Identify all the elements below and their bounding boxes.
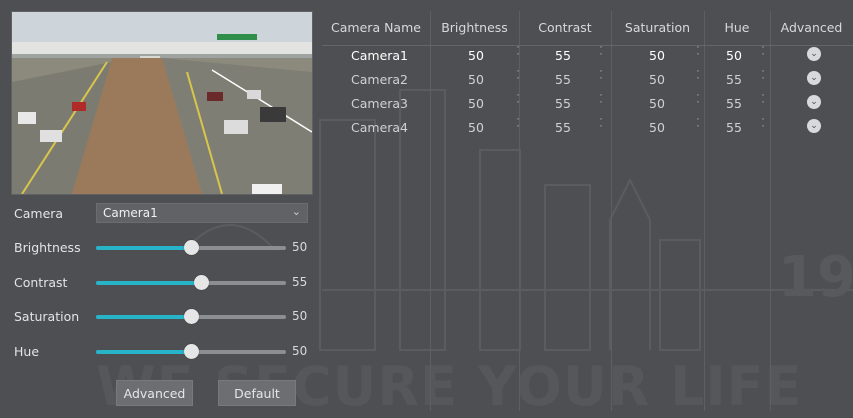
spinner-up-down-icon[interactable]: ˆˇ [694, 95, 702, 111]
hue-slider[interactable] [96, 344, 286, 359]
spinner-up-down-icon[interactable]: ˆˇ [759, 47, 767, 63]
advanced-button[interactable]: Advanced [116, 380, 193, 406]
table-row[interactable]: Camera3 50 ˆˇ 55 ˆˇ 50 ˆˇ 55 ˆˇ ⌄ [322, 94, 853, 118]
hue-cell[interactable]: 50 [719, 48, 749, 63]
contrast-cell[interactable]: 55 [548, 72, 578, 87]
contrast-label: Contrast [14, 275, 68, 290]
brightness-slider-thumb[interactable] [184, 240, 199, 255]
saturation-cell[interactable]: 50 [642, 48, 672, 63]
table-header: Camera Name Brightness Contrast Saturati… [322, 11, 853, 46]
contrast-value: 55 [292, 275, 308, 289]
camera-image-table: Camera Name Brightness Contrast Saturati… [322, 11, 853, 411]
spinner-up-down-icon[interactable]: ˆˇ [759, 71, 767, 87]
chevron-circle-icon[interactable]: ⌄ [807, 71, 821, 85]
chevron-circle-icon[interactable]: ⌄ [807, 119, 821, 133]
hue-cell[interactable]: 55 [719, 96, 749, 111]
hue-label: Hue [14, 344, 40, 359]
spinner-up-down-icon[interactable]: ˆˇ [694, 71, 702, 87]
camera-select[interactable]: Camera1 ⌄ [96, 203, 308, 223]
spinner-up-down-icon[interactable]: ˆˇ [694, 119, 702, 135]
hue-value: 50 [292, 344, 308, 358]
brightness-cell[interactable]: 50 [461, 72, 491, 87]
header-contrast: Contrast [538, 20, 592, 35]
spinner-up-down-icon[interactable]: ˆˇ [597, 47, 605, 63]
table-row[interactable]: Camera4 50 ˆˇ 55 ˆˇ 50 ˆˇ 55 ˆˇ ⌄ [322, 118, 853, 142]
hue-slider-thumb[interactable] [184, 344, 199, 359]
camera-name-cell: Camera2 [351, 72, 409, 87]
spinner-up-down-icon[interactable]: ˆˇ [514, 47, 522, 63]
brightness-slider-fill [96, 246, 191, 250]
brightness-slider[interactable] [96, 240, 286, 255]
saturation-cell[interactable]: 50 [642, 120, 672, 135]
table-row[interactable]: Camera2 50 ˆˇ 55 ˆˇ 50 ˆˇ 55 ˆˇ ⌄ [322, 70, 853, 94]
header-hue: Hue [724, 20, 750, 35]
spinner-up-down-icon[interactable]: ˆˇ [597, 71, 605, 87]
hue-cell[interactable]: 55 [719, 72, 749, 87]
brightness-cell[interactable]: 50 [461, 120, 491, 135]
default-button[interactable]: Default [218, 380, 296, 406]
spinner-up-down-icon[interactable]: ˆˇ [597, 95, 605, 111]
contrast-cell[interactable]: 55 [548, 120, 578, 135]
spinner-up-down-icon[interactable]: ˆˇ [514, 71, 522, 87]
camera-select-value: Camera1 [103, 206, 158, 220]
saturation-label: Saturation [14, 309, 80, 324]
spinner-up-down-icon[interactable]: ˆˇ [759, 119, 767, 135]
brightness-cell[interactable]: 50 [461, 96, 491, 111]
camera-preview [11, 11, 313, 195]
saturation-value: 50 [292, 309, 308, 323]
brightness-label: Brightness [14, 240, 81, 255]
camera-name-cell: Camera3 [351, 96, 409, 111]
camera-name-cell: Camera1 [351, 48, 409, 63]
contrast-slider-fill [96, 281, 201, 285]
spinner-up-down-icon[interactable]: ˆˇ [759, 95, 767, 111]
header-camera-name: Camera Name [331, 20, 421, 35]
chevron-down-icon: ⌄ [291, 205, 301, 218]
header-saturation: Saturation [624, 20, 691, 35]
saturation-cell[interactable]: 50 [642, 72, 672, 87]
table-row[interactable]: Camera1 50 ˆˇ 55 ˆˇ 50 ˆˇ 50 ˆˇ ⌄ [322, 46, 853, 70]
brightness-cell[interactable]: 50 [461, 48, 491, 63]
camera-label: Camera [14, 206, 64, 221]
header-brightness: Brightness [441, 20, 508, 35]
hue-cell[interactable]: 55 [719, 120, 749, 135]
camera-name-cell: Camera4 [351, 120, 409, 135]
contrast-slider[interactable] [96, 275, 286, 290]
brightness-value: 50 [292, 240, 308, 254]
hue-slider-fill [96, 350, 191, 354]
contrast-cell[interactable]: 55 [548, 48, 578, 63]
saturation-slider[interactable] [96, 309, 286, 324]
saturation-slider-thumb[interactable] [184, 309, 199, 324]
saturation-cell[interactable]: 50 [642, 96, 672, 111]
spinner-up-down-icon[interactable]: ˆˇ [514, 119, 522, 135]
spinner-up-down-icon[interactable]: ˆˇ [597, 119, 605, 135]
contrast-slider-thumb[interactable] [193, 275, 209, 290]
spinner-up-down-icon[interactable]: ˆˇ [514, 95, 522, 111]
header-advanced: Advanced [780, 20, 843, 35]
spinner-up-down-icon[interactable]: ˆˇ [694, 47, 702, 63]
saturation-slider-fill [96, 315, 191, 319]
chevron-circle-icon[interactable]: ⌄ [807, 47, 821, 61]
contrast-cell[interactable]: 55 [548, 96, 578, 111]
chevron-circle-icon[interactable]: ⌄ [807, 95, 821, 109]
